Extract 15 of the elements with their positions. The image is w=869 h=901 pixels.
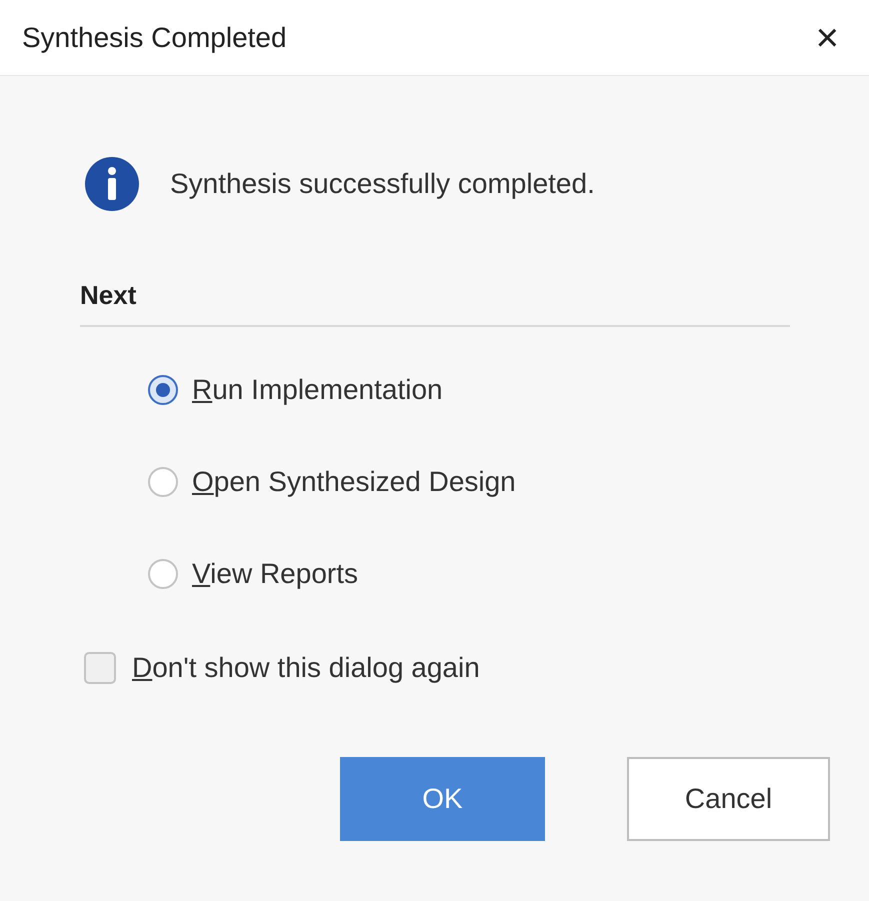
option-label[interactable]: Open Synthesized Design [192,461,516,503]
checkbox[interactable] [84,652,116,684]
radio-button[interactable] [148,467,178,497]
info-icon [84,156,140,212]
message-text: Synthesis successfully completed. [170,167,595,201]
window-title: Synthesis Completed [22,20,287,55]
close-button[interactable]: × [816,18,847,58]
option-label[interactable]: View Reports [192,553,358,595]
radio-button[interactable] [148,375,178,405]
checkbox-label[interactable]: Don't show this dialog again [132,647,480,689]
option-label[interactable]: Run Implementation [192,369,443,411]
cancel-button[interactable]: Cancel [627,757,830,841]
ok-button[interactable]: OK [340,757,545,841]
radio-button[interactable] [148,559,178,589]
section-heading: Next [80,276,790,327]
